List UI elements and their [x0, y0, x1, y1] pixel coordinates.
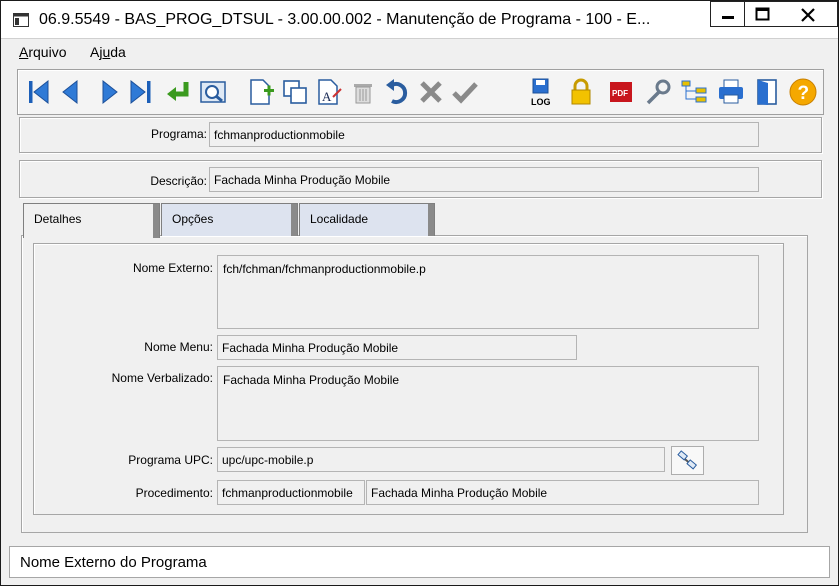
- last-record-button[interactable]: [126, 77, 156, 107]
- close-button[interactable]: [778, 1, 838, 27]
- nome-externo-label: Nome Externo:: [132, 261, 213, 275]
- copy-button[interactable]: [280, 77, 310, 107]
- tree-button[interactable]: [680, 77, 710, 107]
- pdf-button[interactable]: PDF: [606, 77, 636, 107]
- tab-localidade-label: Localidade: [310, 212, 369, 226]
- edit-icon: A: [318, 79, 342, 105]
- pdf-icon: PDF: [610, 82, 632, 102]
- tab-opcoes-edge: [291, 204, 297, 236]
- tab-detalhes-edge: [153, 204, 159, 238]
- programa-upc-label: Programa UPC:: [128, 453, 213, 467]
- print-button[interactable]: [716, 77, 746, 107]
- help-icon: ?: [789, 78, 817, 106]
- svg-text:A: A: [322, 89, 332, 104]
- menu-ajuda[interactable]: Ajuda: [90, 44, 126, 60]
- exit-button[interactable]: [752, 77, 782, 107]
- log-icon: LOG: [531, 78, 551, 107]
- descricao-field[interactable]: Fachada Minha Produção Mobile: [209, 167, 759, 192]
- pdf-label: PDF: [612, 89, 628, 98]
- close-icon: [801, 8, 815, 22]
- nome-menu-field[interactable]: Fachada Minha Produção Mobile: [217, 335, 577, 360]
- lock-button[interactable]: [566, 77, 596, 107]
- copy-icon: [283, 80, 307, 104]
- undo-icon: [386, 79, 408, 104]
- edit-button[interactable]: A: [314, 77, 344, 107]
- nome-verbalizado-label: Nome Verbalizado:: [111, 371, 213, 385]
- menu-arquivo-accel: A: [19, 44, 29, 60]
- search-button[interactable]: [198, 77, 228, 107]
- next-record-icon: [102, 79, 118, 105]
- programa-label: Programa:: [150, 127, 207, 141]
- settings-button[interactable]: [642, 77, 672, 107]
- svg-text:?: ?: [798, 83, 810, 104]
- menu-bar: Arquivo Ajuda: [1, 39, 838, 65]
- toolbar: A LOG PDF ?: [17, 69, 824, 115]
- menu-ajuda-label: da: [110, 44, 126, 60]
- status-bar: Nome Externo do Programa: [9, 546, 830, 578]
- print-icon: [719, 79, 743, 104]
- add-icon: [250, 79, 274, 105]
- programa-upc-browse-button[interactable]: [671, 446, 704, 475]
- previous-record-icon: [62, 79, 78, 105]
- maximize-button[interactable]: [744, 1, 779, 27]
- go-to-button[interactable]: [164, 77, 194, 107]
- programa-field[interactable]: fchmanproductionmobile: [209, 122, 759, 147]
- last-record-icon: [130, 79, 151, 105]
- first-record-icon: [29, 79, 49, 105]
- procedimento-code-field[interactable]: fchmanproductionmobile: [217, 480, 365, 505]
- menu-arquivo-label: rquivo: [28, 44, 67, 60]
- lock-icon: [571, 78, 591, 105]
- procedimento-label: Procedimento:: [135, 486, 213, 500]
- tab-detalhes-label: Detalhes: [34, 212, 82, 226]
- nome-externo-field[interactable]: fch/fchman/fchmanproductionmobile.p: [217, 255, 759, 329]
- help-button[interactable]: ?: [788, 77, 818, 107]
- procedimento-desc-field[interactable]: Fachada Minha Produção Mobile: [366, 480, 759, 505]
- menu-arquivo[interactable]: Arquivo: [19, 44, 66, 60]
- previous-record-button[interactable]: [56, 77, 86, 107]
- programa-upc-field[interactable]: upc/upc-mobile.p: [217, 447, 665, 472]
- confirm-button[interactable]: [450, 77, 480, 107]
- tab-localidade-edge: [428, 204, 434, 236]
- tab-opcoes[interactable]: Opções: [161, 203, 298, 236]
- descricao-label: Descrição:: [150, 174, 207, 188]
- minimize-button[interactable]: [710, 1, 745, 27]
- search-icon: [200, 81, 226, 103]
- tree-icon: [681, 80, 707, 103]
- settings-icon: [646, 79, 671, 105]
- app-window-icon: [13, 13, 29, 27]
- menu-ajuda-prefix: Aj: [90, 44, 103, 60]
- confirm-icon: [452, 82, 478, 104]
- window-title: 06.9.5549 - BAS_PROG_DTSUL - 3.00.00.002…: [39, 11, 651, 28]
- add-button[interactable]: [246, 77, 276, 107]
- maximize-icon: [755, 7, 770, 21]
- exit-icon: [757, 79, 777, 105]
- cancel-button[interactable]: [416, 77, 446, 107]
- delete-button[interactable]: [348, 77, 378, 107]
- log-label: LOG: [531, 97, 551, 107]
- undo-button[interactable]: [382, 77, 412, 107]
- minimize-icon: [722, 16, 734, 19]
- first-record-button[interactable]: [24, 77, 54, 107]
- app-window: 06.9.5549 - BAS_PROG_DTSUL - 3.00.00.002…: [0, 0, 839, 586]
- log-button[interactable]: LOG: [526, 77, 556, 107]
- nome-menu-label: Nome Menu:: [144, 340, 213, 354]
- tab-localidade[interactable]: Localidade: [299, 203, 435, 236]
- title-bar[interactable]: 06.9.5549 - BAS_PROG_DTSUL - 3.00.00.002…: [1, 1, 838, 39]
- delete-icon: [354, 84, 372, 104]
- go-to-icon: [167, 82, 189, 101]
- next-record-button[interactable]: [94, 77, 124, 107]
- nome-verbalizado-field[interactable]: Fachada Minha Produção Mobile: [217, 366, 759, 441]
- tab-opcoes-label: Opções: [172, 212, 214, 226]
- cancel-icon: [420, 81, 442, 103]
- zoom-lookup-icon: [677, 450, 698, 470]
- tab-detalhes[interactable]: Detalhes: [23, 203, 160, 238]
